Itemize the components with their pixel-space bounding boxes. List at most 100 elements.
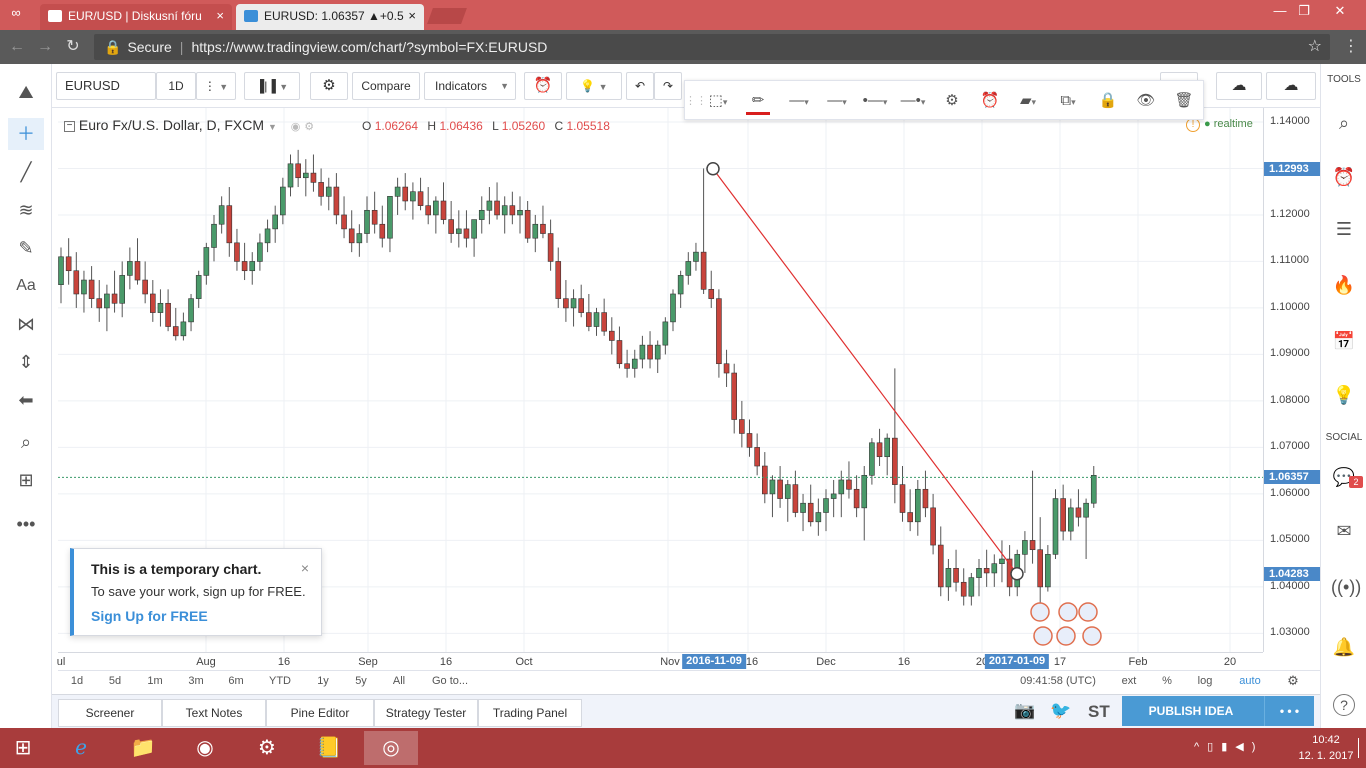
range-5y-button[interactable]: 5y [355,675,367,687]
percent-scale-toggle[interactable]: % [1162,675,1172,687]
tab-screener[interactable]: Screener [58,699,162,727]
line-color-icon[interactable]: ✏ [743,87,773,115]
right-end-icon[interactable]: —•▾ [895,87,931,115]
app-icon[interactable]: ⚙ [244,731,290,765]
file-explorer-icon[interactable]: 📁 [120,731,166,765]
price-scale[interactable]: 1.14000 1.12000 1.11000 1.10000 1.09000 1.080… [1263,108,1321,652]
close-tab-icon[interactable]: × [408,4,416,28]
publish-more-icon[interactable]: • • • [1264,696,1314,726]
watchlist-icon[interactable]: ☰ [1331,216,1357,242]
new-tab-button[interactable] [427,8,467,24]
chrome-icon[interactable]: ◎ [364,731,418,765]
twitter-icon[interactable]: 🐦 [1050,701,1071,721]
ideas-bulb-icon[interactable]: 💡 [1331,382,1357,408]
ruler-icon[interactable]: ⊞ [8,464,44,496]
indicators-button[interactable]: Indicators ▼ [424,72,516,100]
range-1m-button[interactable]: 1m [147,675,162,687]
snapshot-camera-icon[interactable]: 📷 [1014,701,1035,721]
pattern-tool-icon[interactable]: ⋈ [8,308,44,340]
hotlist-flame-icon[interactable]: 🔥 [1331,272,1357,298]
forward-icon[interactable]: → [34,36,56,58]
back-icon[interactable]: ← [6,36,28,58]
legend-settings-icon[interactable]: ⚙ [304,121,314,133]
notifications-center-icon[interactable] [1358,738,1366,758]
range-5d-button[interactable]: 5d [109,675,121,687]
range-ytd-button[interactable]: YTD [269,675,291,687]
reload-icon[interactable]: ↻ [62,36,84,58]
system-clock[interactable]: 10:42 12. 1. 2017 [1296,732,1356,764]
drawing-settings-icon[interactable]: ⚙ [937,87,967,115]
redo-icon[interactable]: ↷ [654,72,682,100]
media-player-icon[interactable]: ◉ [182,731,228,765]
symbol-search-input[interactable]: EURUSD [56,72,156,100]
range-all-button[interactable]: All [393,675,405,687]
fibonacci-tool-icon[interactable]: ≋ [8,194,44,226]
alarm-icon[interactable]: ⏰ [1331,164,1357,190]
zoom-icon[interactable]: ⌕ [8,426,44,458]
line-style-icon[interactable]: —▾ [819,87,855,115]
range-1d-button[interactable]: 1d [71,675,83,687]
legend-caret-icon[interactable]: ▼ [268,122,277,132]
more-tools-icon[interactable]: ••• [8,508,44,540]
browser-tab[interactable]: EUR/USD | Diskusní fóru × [40,4,232,30]
ie-browser-icon[interactable]: ℯ [58,731,104,765]
trendline-tool-icon[interactable]: ╱ [8,156,44,188]
left-end-icon[interactable]: •—▾ [857,87,893,115]
text-tool-icon[interactable]: Aa [8,270,44,302]
close-notice-icon[interactable]: × [301,560,309,576]
url-field[interactable]: 🔒 Secure | https://www.tradingview.com/char… [94,34,1330,60]
measure-tool-icon[interactable]: ⇕ [8,346,44,378]
delete-drawing-icon[interactable]: 🗑 [1169,87,1199,115]
legend-eye-icon[interactable]: ◉ [291,121,301,133]
bookmark-star-icon[interactable]: ☆ [1308,34,1322,60]
chat-icon[interactable]: 💬 2 [1331,464,1363,490]
compare-button[interactable]: Compare [352,72,420,100]
warning-icon[interactable]: ! [1186,118,1200,132]
chart-style-icon[interactable]: ▐|▐ ▼ [244,72,300,100]
hide-drawing-icon[interactable]: 👁 [1131,87,1161,115]
stocktwits-button[interactable]: ST [1088,702,1110,722]
range-3m-button[interactable]: 3m [188,675,203,687]
alert-add-icon[interactable]: ⏰ [524,72,562,100]
tab-pine-editor[interactable]: Pine Editor [266,699,374,727]
chart-layout-icon[interactable]: ⛰ [8,76,44,108]
interval-menu-icon[interactable]: ⋮ ▼ [196,72,236,100]
cloud-load-icon[interactable]: ☁ [1216,72,1262,100]
browser-menu-dots-icon[interactable]: ⋮ [1340,36,1362,58]
clone-icon[interactable]: ⧉▾ [1053,87,1083,115]
time-scale[interactable]: ul Aug 16 Sep 16 Oct Nov 16 Dec 16 20 17 Feb 20 2016-1… [57,652,1263,670]
tab-text-notes[interactable]: Text Notes [162,699,266,727]
notifications-bell-icon[interactable]: 🔔 [1331,634,1357,660]
bulb-ideas-icon[interactable]: 💡 ▼ [566,72,622,100]
signup-link[interactable]: Sign Up for FREE [91,608,208,624]
tab-strategy-tester[interactable]: Strategy Tester [374,699,478,727]
browser-menu-icon[interactable]: ∞ [6,4,26,22]
publish-idea-button[interactable]: PUBLISH IDEA • • • [1122,696,1314,726]
close-tab-icon[interactable]: × [216,4,224,28]
streams-icon[interactable]: ((•)) [1331,574,1361,600]
browser-tab-active[interactable]: EURUSD: 1.06357 ▲+0.5 × [236,4,424,30]
messages-icon[interactable]: ✉ [1331,518,1357,544]
interval-select[interactable]: 1D [156,72,196,100]
arrow-left-icon[interactable]: ⬅ [8,384,44,416]
template-icon[interactable]: ⬚▾ [703,87,733,115]
notes-icon[interactable]: 📒 [306,731,352,765]
tab-trading-panel[interactable]: Trading Panel [478,699,582,727]
undo-icon[interactable]: ↶ [626,72,654,100]
screener-icon[interactable]: ⌕ [1331,110,1357,136]
help-icon[interactable]: ? [1333,694,1355,716]
line-width-icon[interactable]: —▾ [781,87,817,115]
close-window-icon[interactable]: ✕ [1324,0,1356,22]
drag-handle-icon[interactable]: ⋮⋮ [685,87,707,115]
restore-icon[interactable]: ❐ [1288,0,1320,22]
auto-scale-toggle[interactable]: auto [1239,675,1260,687]
scale-settings-icon[interactable]: ⚙ [1287,673,1299,689]
goto-date-button[interactable]: Go to... [432,675,468,687]
windows-start-icon[interactable]: ⊞ [0,731,46,765]
collapse-legend-icon[interactable]: − [64,120,75,132]
ext-hours-toggle[interactable]: ext [1122,675,1137,687]
settings-gear-icon[interactable]: ⚙ [310,72,348,100]
crosshair-icon[interactable]: ＋ [8,118,44,150]
range-1y-button[interactable]: 1y [317,675,329,687]
lock-drawing-icon[interactable]: 🔒 [1093,87,1123,115]
